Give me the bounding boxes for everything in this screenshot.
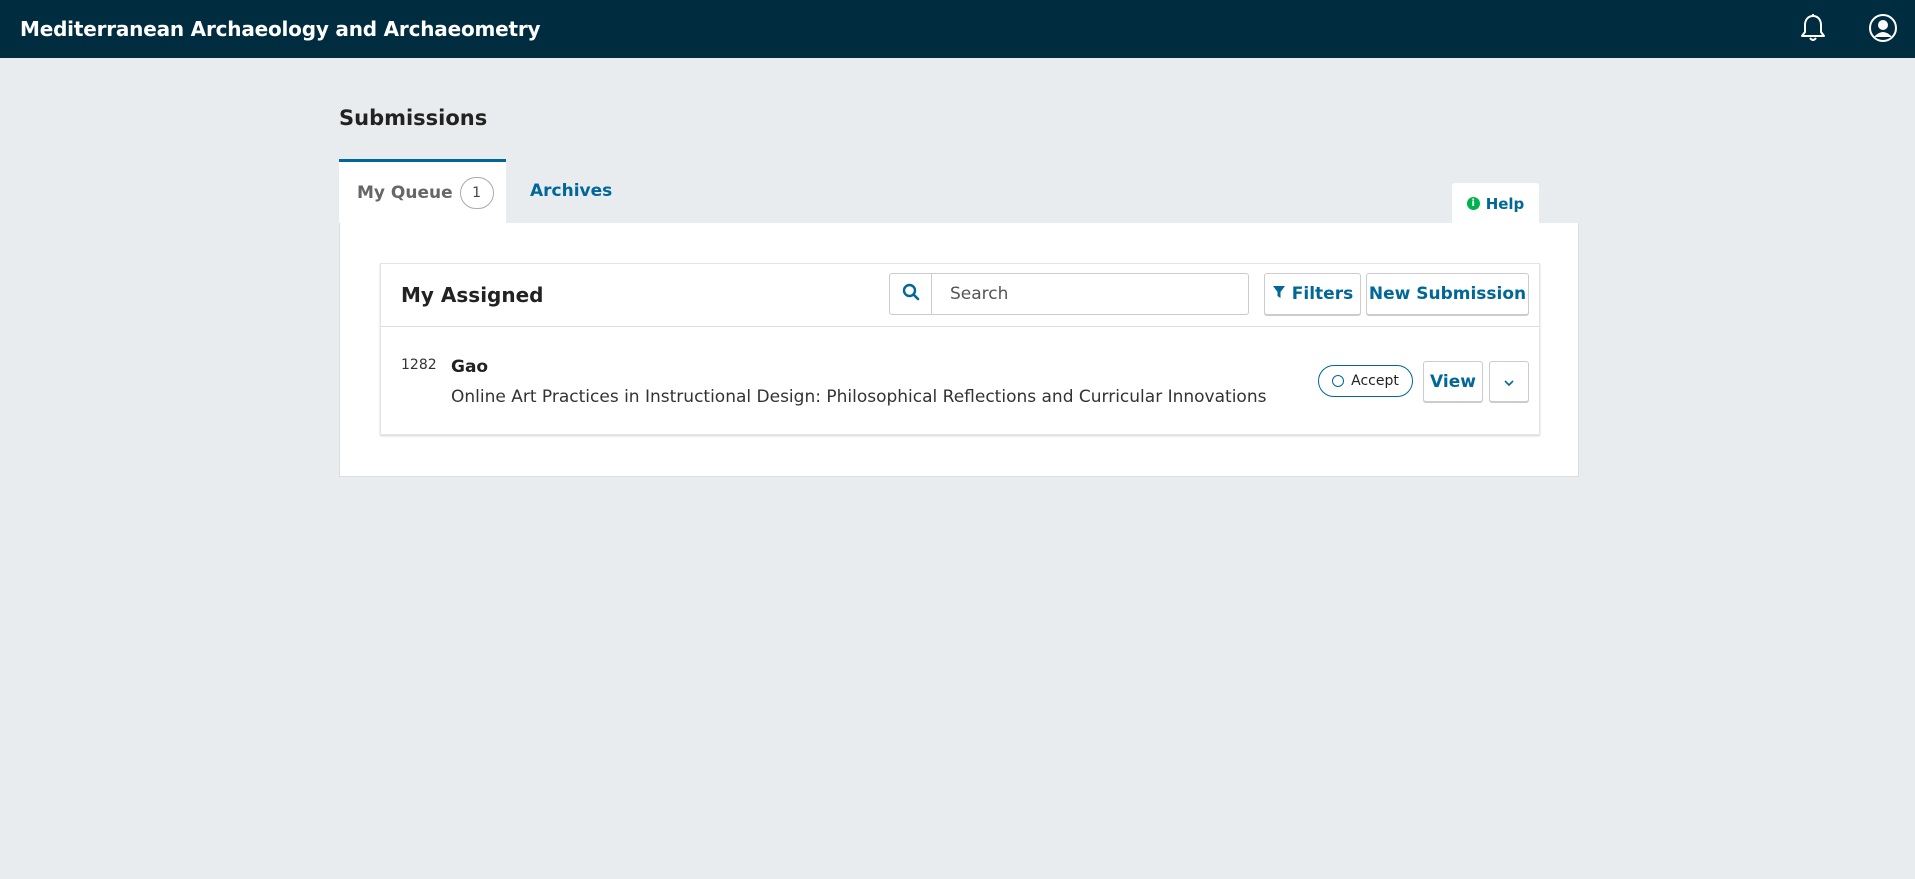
search-box bbox=[889, 273, 1249, 315]
status-label: Accept bbox=[1351, 373, 1399, 389]
queue-count-badge: 1 bbox=[459, 176, 494, 209]
bell-icon bbox=[1799, 13, 1827, 47]
submission-title: Online Art Practices in Instructional De… bbox=[451, 387, 1267, 407]
view-button[interactable]: View bbox=[1423, 361, 1483, 402]
chevron-down-icon bbox=[1503, 372, 1515, 391]
top-bar: Mediterranean Archaeology and Archaeomet… bbox=[0, 0, 1915, 58]
new-submission-button[interactable]: New Submission bbox=[1366, 273, 1529, 315]
filters-label: Filters bbox=[1291, 284, 1354, 304]
view-label: View bbox=[1430, 371, 1476, 392]
status-badge: Accept bbox=[1318, 365, 1413, 397]
search-button[interactable] bbox=[890, 274, 932, 314]
page-title: Submissions bbox=[339, 106, 488, 130]
filter-icon bbox=[1272, 284, 1286, 304]
tab-archives[interactable]: Archives bbox=[530, 159, 612, 223]
list-item[interactable]: 1282 Gao Online Art Practices in Instruc… bbox=[381, 327, 1539, 436]
list-header: My Assigned Search Filters New Submissio… bbox=[381, 264, 1539, 327]
help-button[interactable]: i Help bbox=[1452, 183, 1539, 224]
submission-author: Gao bbox=[451, 357, 489, 377]
tab-panel: My Assigned Search Filters New Submissio… bbox=[339, 223, 1579, 477]
search-input[interactable] bbox=[932, 274, 1248, 314]
tab-my-queue-label: My Queue bbox=[357, 182, 453, 203]
tab-my-queue[interactable]: My Queue 1 bbox=[339, 159, 506, 223]
new-submission-label: New Submission bbox=[1368, 284, 1527, 304]
list-title: My Assigned bbox=[401, 283, 544, 307]
submission-id: 1282 bbox=[401, 357, 437, 373]
help-label: Help bbox=[1485, 194, 1525, 213]
search-icon bbox=[902, 283, 920, 305]
notifications-button[interactable] bbox=[1796, 13, 1830, 47]
user-menu-button[interactable] bbox=[1866, 13, 1900, 47]
submissions-list-panel: My Assigned Search Filters New Submissio… bbox=[380, 263, 1540, 435]
info-icon: i bbox=[1466, 197, 1480, 210]
status-circle-icon bbox=[1332, 375, 1345, 387]
user-icon bbox=[1868, 13, 1898, 47]
filters-button[interactable]: Filters bbox=[1264, 273, 1361, 315]
expand-button[interactable] bbox=[1489, 361, 1529, 402]
tab-archives-label: Archives bbox=[530, 181, 613, 201]
site-title[interactable]: Mediterranean Archaeology and Archaeomet… bbox=[20, 0, 541, 58]
